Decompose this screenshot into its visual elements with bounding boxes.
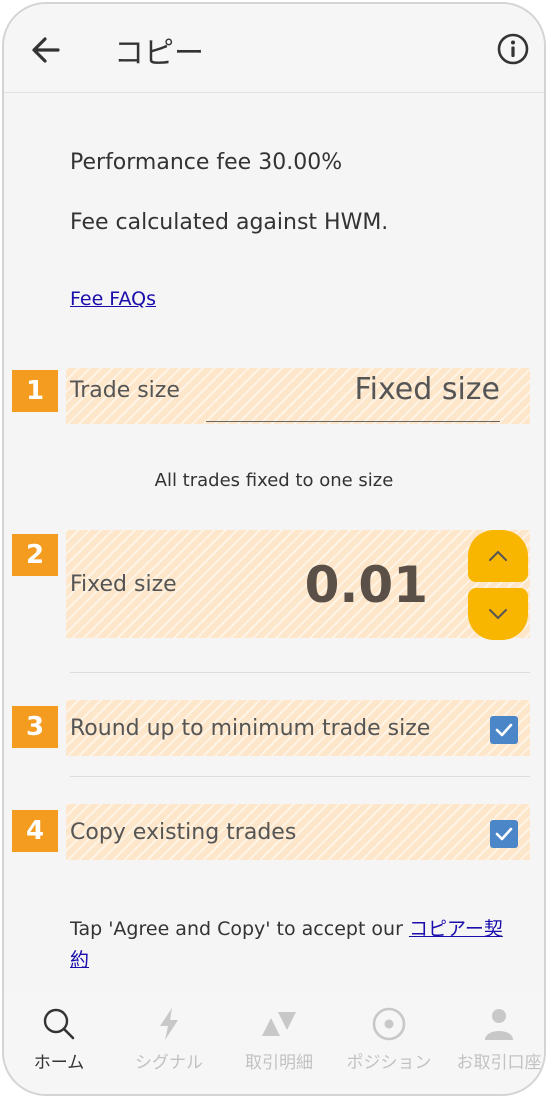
agreement-text: Tap 'Agree and Copy' to accept our コピアー契…: [70, 914, 520, 976]
app-bar: コピー: [4, 4, 544, 93]
lightning-icon: [160, 1008, 178, 1040]
trade-size-select[interactable]: Fixed size: [206, 370, 500, 422]
step-badge-3: 3: [12, 706, 58, 748]
target-icon: [372, 1007, 406, 1041]
info-button[interactable]: [496, 32, 530, 66]
fixed-size-label: Fixed size: [70, 572, 177, 597]
nav-item-trade-history[interactable]: 取引明細: [224, 1004, 334, 1073]
trade-size-caption: All trades fixed to one size: [154, 470, 394, 491]
trade-size-label: Trade size: [70, 378, 180, 403]
nav-label: お取引口座: [456, 1053, 542, 1073]
checkmark-icon: [495, 723, 513, 737]
divider: [70, 672, 530, 673]
round-up-checkbox[interactable]: [490, 716, 518, 744]
fixed-size-value[interactable]: 0.01: [305, 556, 428, 614]
page-title: コピー: [114, 36, 204, 71]
chevron-down-icon: [489, 609, 507, 620]
copy-existing-checkbox[interactable]: [490, 820, 518, 848]
fee-faqs-link[interactable]: Fee FAQs: [70, 288, 156, 310]
hwm-text: Fee calculated against HWM.: [70, 210, 389, 235]
nav-label: ポジション: [346, 1053, 432, 1073]
chevron-up-icon: [489, 550, 507, 561]
agreement-prefix: Tap 'Agree and Copy' to accept our: [70, 918, 409, 940]
performance-fee-text: Performance fee 30.00%: [70, 150, 343, 175]
divider: [70, 776, 530, 777]
copier-agreement-link-cont[interactable]: 約: [70, 949, 89, 971]
nav-item-position[interactable]: ポジション: [334, 1004, 444, 1073]
phone-frame: コピー Performance fee 30.00% Fee calculate…: [2, 2, 546, 1096]
arrow-left-icon: [32, 37, 60, 63]
increment-button[interactable]: [468, 530, 528, 582]
nav-item-home[interactable]: ホーム: [4, 1004, 114, 1073]
checkmark-icon: [495, 827, 513, 841]
nav-item-account[interactable]: お取引口座: [444, 1004, 544, 1073]
triangles-icon: [262, 1012, 296, 1036]
copier-agreement-link[interactable]: コピアー契: [409, 918, 503, 940]
nav-label: シグナル: [135, 1053, 203, 1073]
back-button[interactable]: [26, 30, 66, 70]
decrement-button[interactable]: [468, 588, 528, 640]
trade-size-value: Fixed size: [354, 372, 500, 407]
step-badge-4: 4: [12, 810, 58, 852]
copy-existing-label: Copy existing trades: [70, 820, 297, 845]
nav-item-signal[interactable]: シグナル: [114, 1004, 224, 1073]
nav-label: 取引明細: [245, 1053, 313, 1073]
search-icon: [43, 1008, 75, 1040]
person-icon: [485, 1009, 513, 1040]
step-badge-2: 2: [12, 534, 58, 576]
round-up-label: Round up to minimum trade size: [70, 716, 431, 741]
bottom-nav: ホーム シグナル 取引明細 ポジション お取引口座: [4, 994, 544, 1094]
step-badge-1: 1: [12, 370, 58, 412]
info-circle-icon: [497, 33, 529, 65]
nav-label: ホーム: [33, 1053, 85, 1073]
